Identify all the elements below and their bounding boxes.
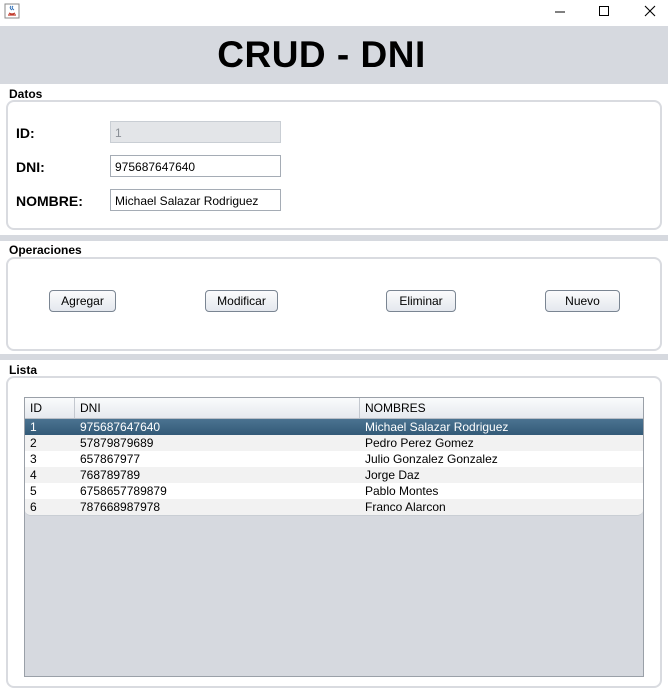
table-cell: Franco Alarcon <box>365 500 446 514</box>
table-cell: Pedro Perez Gomez <box>365 436 474 450</box>
nombre-field[interactable]: Michael Salazar Rodriguez <box>110 189 281 211</box>
table-cell: Michael Salazar Rodriguez <box>365 420 509 434</box>
eliminar-button[interactable]: Eliminar <box>386 290 456 312</box>
table-cell: 6 <box>30 500 37 514</box>
table-cell: 57879879689 <box>80 436 154 450</box>
table-cell: 768789789 <box>80 468 141 482</box>
datos-panel: Datos ID: 1 DNI: 975687647640 NOMBRE: Mi… <box>0 84 668 237</box>
table-row[interactable]: 1 975687647640 Michael Salazar Rodriguez <box>25 419 643 435</box>
page-title: CRUD - DNI <box>217 34 426 75</box>
table-row[interactable]: 4 768789789 Jorge Daz <box>25 467 643 483</box>
table-cell: Jorge Daz <box>365 468 420 482</box>
table-cell: 4 <box>30 468 37 482</box>
java-app-icon <box>4 3 20 19</box>
datos-group-box <box>6 100 662 230</box>
table-body: 1 975687647640 Michael Salazar Rodriguez 2 5… <box>25 419 643 516</box>
close-button[interactable] <box>632 0 668 22</box>
table-cell: 657867977 <box>80 452 141 466</box>
operaciones-panel: Operaciones Agregar Modificar Eliminar N… <box>0 241 668 354</box>
column-header-nombres[interactable]: NOMBRES <box>360 398 643 418</box>
table-cell: 975687647640 <box>80 420 161 434</box>
window-titlebar <box>0 0 668 26</box>
table-row[interactable]: 3 657867977 Julio Gonzalez Gonzalez <box>25 451 643 467</box>
maximize-button[interactable] <box>586 0 622 22</box>
table-cell: 3 <box>30 452 37 466</box>
nuevo-button[interactable]: Nuevo <box>545 290 620 312</box>
table-row[interactable]: 6 787668987978 Franco Alarcon <box>25 499 643 515</box>
close-icon <box>644 5 656 17</box>
table-row[interactable]: 2 57879879689 Pedro Perez Gomez <box>25 435 643 451</box>
id-field: 1 <box>110 121 281 143</box>
column-header-id[interactable]: ID <box>25 398 75 418</box>
dni-field[interactable]: 975687647640 <box>110 155 281 177</box>
column-header-dni[interactable]: DNI <box>75 398 360 418</box>
maximize-icon <box>599 6 609 16</box>
modificar-button[interactable]: Modificar <box>205 290 278 312</box>
table-cell: 787668987978 <box>80 500 161 514</box>
table-cell: 6758657789879 <box>80 484 167 498</box>
nombre-label: NOMBRE: <box>16 193 83 209</box>
table-cell: Julio Gonzalez Gonzalez <box>365 452 498 466</box>
table-cell: Pablo Montes <box>365 484 439 498</box>
table-cell: 5 <box>30 484 37 498</box>
minimize-button[interactable] <box>542 0 578 22</box>
table-cell: 1 <box>30 420 37 434</box>
operaciones-section-label: Operaciones <box>9 243 82 257</box>
minimize-icon <box>555 11 565 13</box>
table-header: ID DNI NOMBRES <box>25 398 643 419</box>
table-cell: 2 <box>30 436 37 450</box>
lista-section-label: Lista <box>9 363 38 377</box>
datos-section-label: Datos <box>9 87 43 101</box>
header-banner: CRUD - DNI <box>0 26 668 84</box>
table-row[interactable]: 5 6758657789879 Pablo Montes <box>25 483 643 499</box>
id-label: ID: <box>16 125 35 141</box>
data-table[interactable]: ID DNI NOMBRES 1 975687647640 Michael Sala… <box>24 397 644 677</box>
agregar-button[interactable]: Agregar <box>49 290 116 312</box>
dni-label: DNI: <box>16 159 45 175</box>
